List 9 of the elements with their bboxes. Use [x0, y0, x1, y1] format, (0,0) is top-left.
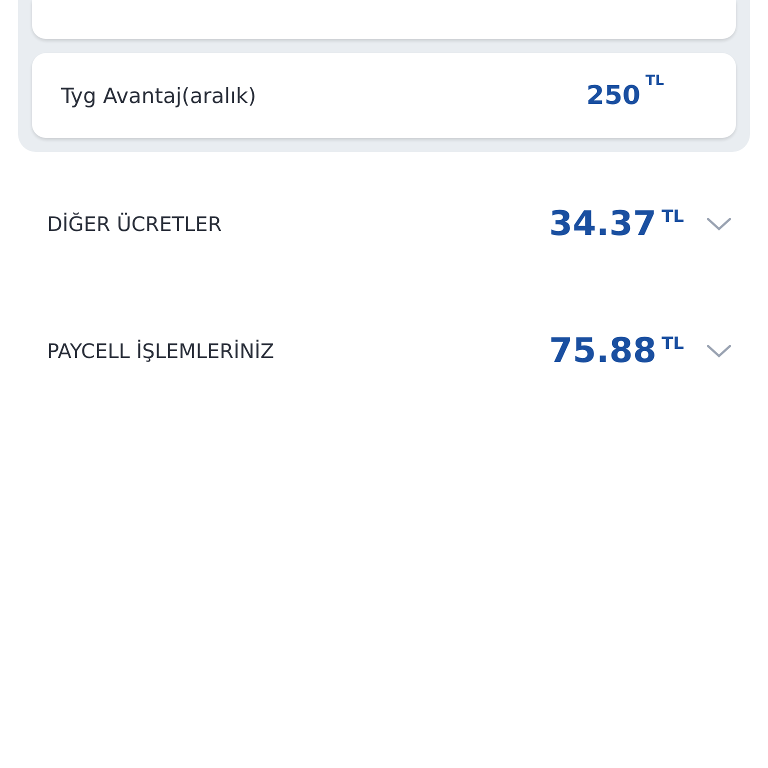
- currency-label: TL: [662, 334, 684, 354]
- package-amount: 250: [586, 80, 641, 110]
- package-name: Tyg Avantaj(aralık): [61, 84, 258, 108]
- section-title: DİĞER ÜCRETLER: [47, 212, 223, 236]
- currency-label: TL: [646, 72, 664, 88]
- section-amount: 34.37: [549, 204, 657, 244]
- section-amount: 75.88: [549, 330, 657, 370]
- currency-label: TL: [662, 206, 684, 226]
- section-title: PAYCELL İŞLEMLERİNİZ: [47, 338, 276, 362]
